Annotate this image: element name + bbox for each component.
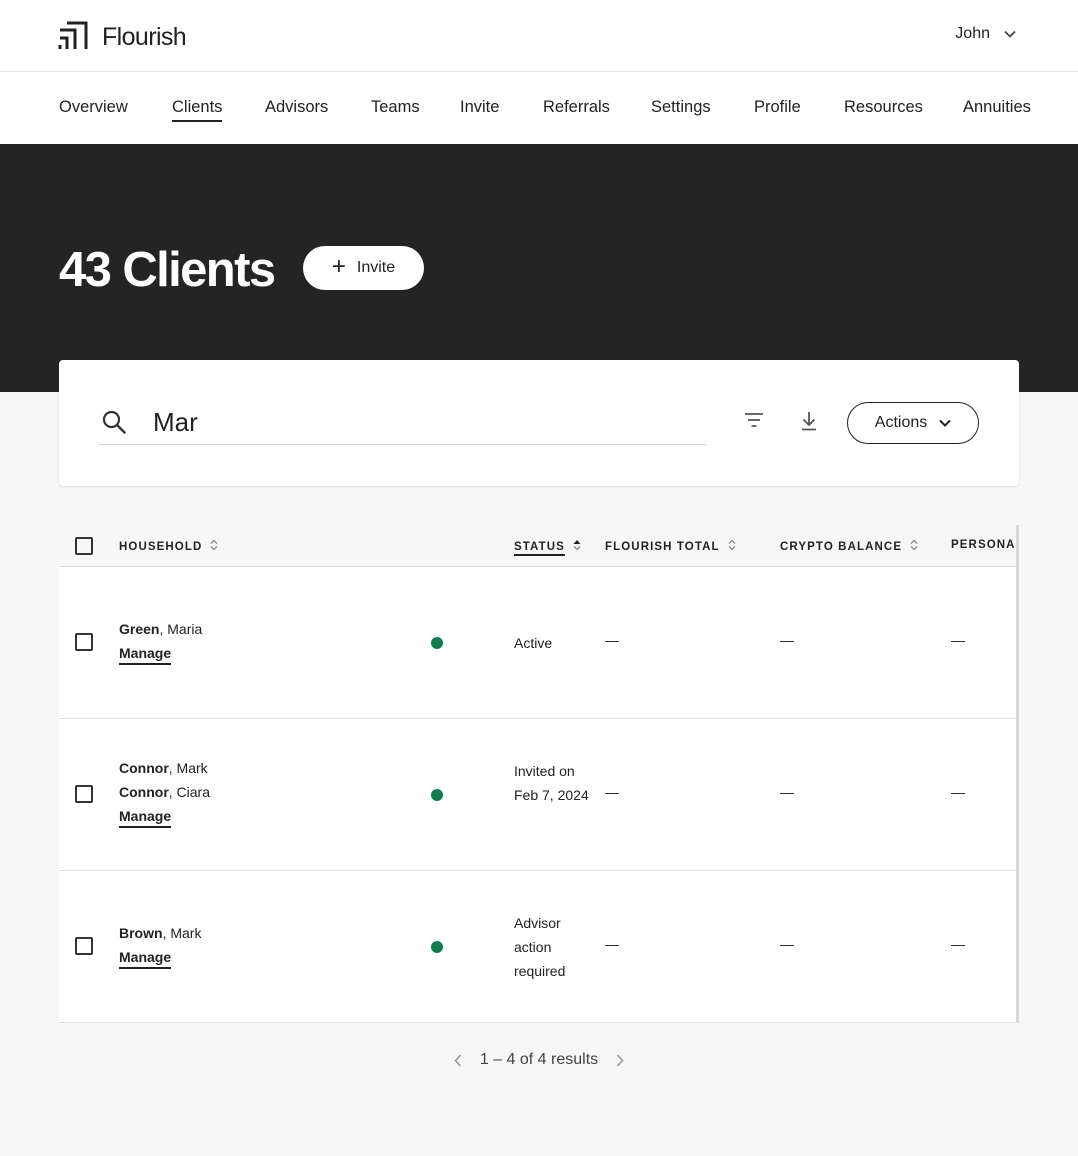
chevron-down-icon [990,25,1016,43]
nav-item-settings[interactable]: Settings [651,98,711,120]
actions-dropdown-button[interactable]: Actions [847,402,979,444]
sort-icon [910,539,918,554]
search-toolbar: Actions [59,360,1019,486]
crypto-balance-value: — [780,936,794,952]
household-member: Brown, Mark [119,925,202,941]
column-label: STATUS [514,540,565,553]
sort-ascending-icon [573,539,581,554]
flourish-total-value: — [605,936,619,952]
user-menu[interactable]: John [955,25,1016,43]
table-row[interactable]: Green, Maria Manage Active — — — [59,567,1016,719]
column-label: FLOURISH TOTAL [605,540,720,553]
member-last-name: Brown [119,925,163,941]
status-text: Advisor action required [514,915,566,979]
nav-item-invite[interactable]: Invite [460,98,499,120]
invite-button-label: Invite [356,259,396,276]
status-dot [431,941,443,953]
filter-icon[interactable] [744,412,764,433]
household-cell: Green, Maria Manage [119,617,202,665]
member-last-name: Connor [119,760,169,776]
plus-icon: + [331,253,346,280]
flourish-logo-icon [58,19,89,55]
invite-button[interactable]: + Invite [303,246,424,290]
crypto-balance-value: — [780,632,794,648]
search-field [99,400,707,445]
actions-label: Actions [874,414,928,431]
household-cell: Connor, Mark Connor, Ciara Manage [119,756,210,828]
row-checkbox[interactable] [75,633,93,651]
flourish-total-value: — [605,632,619,648]
column-header-status[interactable]: STATUS [514,539,581,554]
top-bar: Flourish John [0,0,1078,72]
nav-item-resources[interactable]: Resources [844,98,923,120]
status-dot [431,789,443,801]
search-input[interactable] [153,404,693,440]
household-cell: Brown, Mark Manage [119,921,201,969]
nav-item-advisors[interactable]: Advisors [265,98,328,120]
row-checkbox[interactable] [75,937,93,955]
personal-value: — [951,936,965,952]
nav-item-clients[interactable]: Clients [172,98,223,122]
personal-value: — [951,784,965,800]
crypto-balance-value: — [780,784,794,800]
clients-table: HOUSEHOLD STATUS FLOURISH TOTAL CRYPTO B… [59,525,1019,1023]
manage-link[interactable]: Manage [119,948,172,969]
sort-icon [210,539,218,554]
select-all-checkbox[interactable] [75,537,93,555]
member-last-name: Green [119,621,160,637]
member-last-name: Connor [119,784,169,800]
pagination: 1 – 4 of 4 results [0,1049,1078,1071]
nav-item-overview[interactable]: Overview [59,98,128,120]
chevron-right-icon[interactable] [616,1053,624,1067]
user-name: John [955,25,990,42]
table-row[interactable]: Brown, Mark Manage Advisor action requir… [59,871,1016,1023]
member-first-name: Ciara [176,784,211,800]
nav-item-annuities[interactable]: Annuities [963,98,1031,120]
column-header-personal[interactable]: PERSONAL [951,539,1019,551]
personal-value: — [951,632,965,648]
member-first-name: Mark [170,925,202,941]
download-icon[interactable] [800,411,818,436]
household-member: Green, Maria [119,621,203,637]
household-member: Connor, Mark [119,760,208,776]
member-first-name: Maria [167,621,203,637]
table-header: HOUSEHOLD STATUS FLOURISH TOTAL CRYPTO B… [59,525,1019,567]
household-member: Connor, Ciara [119,784,211,800]
logo[interactable]: Flourish [58,19,187,55]
column-header-crypto-balance[interactable]: CRYPTO BALANCE [780,539,918,554]
chevron-left-icon[interactable] [454,1053,462,1067]
page-title: 43 Clients [59,243,276,297]
member-first-name: Mark [176,760,208,776]
main-nav: Overview Clients Advisors Teams Invite R… [0,72,1078,144]
column-label: PERSONAL [951,539,1019,551]
column-header-household[interactable]: HOUSEHOLD [119,539,218,554]
nav-item-referrals[interactable]: Referrals [543,98,610,120]
brand-name: Flourish [102,22,187,51]
nav-item-teams[interactable]: Teams [371,98,420,120]
status-text: Invited on Feb 7, 2024 [514,763,589,803]
manage-link[interactable]: Manage [119,644,172,665]
hero-banner: 43 Clients + Invite [0,144,1078,392]
row-checkbox[interactable] [75,785,93,803]
manage-link[interactable]: Manage [119,807,172,828]
flourish-total-value: — [605,784,619,800]
status-dot [431,637,443,649]
column-label: CRYPTO BALANCE [780,540,903,553]
status-text: Active [514,635,553,651]
column-label: HOUSEHOLD [119,540,203,553]
nav-item-profile[interactable]: Profile [754,98,801,120]
table-row[interactable]: Connor, Mark Connor, Ciara Manage Invite… [59,719,1016,871]
chevron-down-icon [927,414,951,432]
column-header-flourish-total[interactable]: FLOURISH TOTAL [605,539,736,554]
pagination-summary: 1 – 4 of 4 results [479,1051,599,1068]
sort-icon [728,539,736,554]
search-icon [102,410,126,439]
